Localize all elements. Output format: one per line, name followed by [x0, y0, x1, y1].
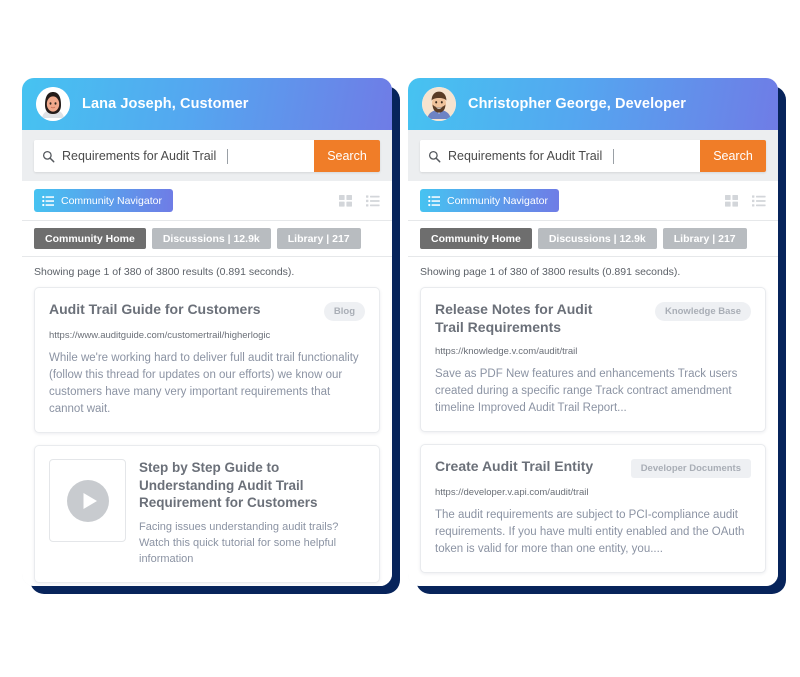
search-input[interactable]: Requirements for Audit Trail: [34, 140, 314, 172]
result-card[interactable]: Audit Trail Guide for Customers Blog htt…: [34, 287, 380, 434]
results-list: Release Notes for Audit Trail Requiremen…: [408, 282, 778, 586]
play-button-icon: [66, 479, 109, 522]
result-card-header: Create Audit Trail Entity Developer Docu…: [435, 458, 751, 478]
text-caret: [227, 148, 229, 164]
list-view-icon[interactable]: [366, 194, 380, 208]
tab-library[interactable]: Library | 217: [276, 228, 361, 249]
panel-body: Community Navigator Community Home Discu…: [408, 181, 778, 586]
community-navigator-button[interactable]: Community Navigator: [420, 189, 559, 212]
tab-community-home[interactable]: Community Home: [34, 228, 146, 249]
customer-panel: Lana Joseph, Customer Requirements for A…: [22, 78, 400, 594]
community-navigator-label: Community Navigator: [447, 194, 548, 207]
result-url[interactable]: https://www.auditguide.com/customertrail…: [49, 330, 365, 341]
panel-user-name: Christopher George, Developer: [468, 96, 687, 112]
result-card[interactable]: Release Notes for Audit Trail Requiremen…: [420, 287, 766, 432]
result-description: The audit requirements are subject to PC…: [435, 508, 745, 555]
result-card-header: Audit Trail Guide for Customers Blog: [49, 301, 365, 321]
tabs-row: Community Home Discussions | 12.9k Libra…: [22, 221, 392, 257]
community-navigator-label: Community Navigator: [61, 194, 162, 207]
result-title: Create Audit Trail Entity: [435, 457, 594, 474]
list-view-icon[interactable]: [752, 194, 766, 208]
screenshot-root: Lana Joseph, Customer Requirements for A…: [0, 0, 800, 677]
view-toggle-group: [339, 194, 380, 208]
video-description: Facing issues understanding audit trails…: [139, 520, 339, 565]
list-bullets-icon: [428, 195, 440, 206]
female-avatar-icon: [36, 87, 70, 121]
result-card-header: Release Notes for Audit Trail Requiremen…: [435, 301, 751, 337]
tabs-row: Community Home Discussions | 12.9k Libra…: [408, 221, 778, 257]
result-title: Release Notes for Audit Trail Requiremen…: [435, 301, 593, 335]
view-toggle-group: [725, 194, 766, 208]
video-thumbnail[interactable]: [49, 459, 126, 543]
navigator-row: Community Navigator: [22, 181, 392, 221]
search-input-value: Requirements for Audit Trail: [448, 149, 603, 163]
results-status: Showing page 1 of 380 of 3800 results (0…: [420, 266, 681, 278]
panel-header: Lana Joseph, Customer: [22, 78, 392, 130]
customer-panel-window: Lana Joseph, Customer Requirements for A…: [22, 78, 392, 586]
community-navigator-button[interactable]: Community Navigator: [34, 189, 173, 212]
panel-body: Community Navigator Community Home Discu…: [22, 181, 392, 586]
search-box: Requirements for Audit Trail Search: [34, 140, 380, 172]
result-card[interactable]: Create Audit Trail Entity Developer Docu…: [420, 443, 766, 573]
result-card-video[interactable]: Step by Step Guide to Understanding Audi…: [34, 445, 380, 583]
list-bullets-icon: [42, 195, 54, 206]
grid-view-icon[interactable]: [725, 194, 739, 208]
search-input[interactable]: Requirements for Audit Trail: [420, 140, 700, 172]
tab-library[interactable]: Library | 217: [662, 228, 747, 249]
text-caret: [613, 148, 615, 164]
tab-community-home[interactable]: Community Home: [420, 228, 532, 249]
search-icon: [42, 150, 55, 162]
results-list: Audit Trail Guide for Customers Blog htt…: [22, 282, 392, 586]
search-icon: [428, 150, 441, 162]
developer-panel: Christopher George, Developer Requiremen…: [408, 78, 786, 594]
video-title: Step by Step Guide to Understanding Audi…: [139, 460, 318, 511]
search-row: Requirements for Audit Trail Search: [22, 130, 392, 181]
result-description: While we're working hard to deliver full…: [49, 352, 359, 416]
search-button[interactable]: Search: [700, 140, 766, 172]
developer-panel-window: Christopher George, Developer Requiremen…: [408, 78, 778, 586]
grid-view-icon[interactable]: [339, 194, 353, 208]
results-status: Showing page 1 of 380 of 3800 results (0…: [34, 266, 295, 278]
search-input-value: Requirements for Audit Trail: [62, 149, 217, 163]
result-description: Save as PDF New features and enhancement…: [435, 367, 738, 414]
result-badge: Knowledge Base: [654, 302, 751, 321]
tab-discussions[interactable]: Discussions | 12.9k: [151, 228, 271, 249]
result-url[interactable]: https://knowledge.v.com/audit/trail: [435, 346, 751, 357]
search-row: Requirements for Audit Trail Search: [408, 130, 778, 181]
panel-user-name: Lana Joseph, Customer: [82, 96, 249, 112]
search-button[interactable]: Search: [314, 140, 380, 172]
result-url[interactable]: https://developer.v.api.com/audit/trail: [435, 487, 751, 498]
video-meta: Step by Step Guide to Understanding Audi…: [139, 459, 365, 567]
result-badge: Blog: [323, 302, 365, 321]
result-badge: Developer Documents: [630, 458, 751, 478]
tab-discussions[interactable]: Discussions | 12.9k: [537, 228, 657, 249]
result-title: Audit Trail Guide for Customers: [49, 301, 261, 317]
navigator-row: Community Navigator: [408, 181, 778, 221]
panel-header: Christopher George, Developer: [408, 78, 778, 130]
search-box: Requirements for Audit Trail Search: [420, 140, 766, 172]
male-avatar-icon: [422, 87, 456, 121]
